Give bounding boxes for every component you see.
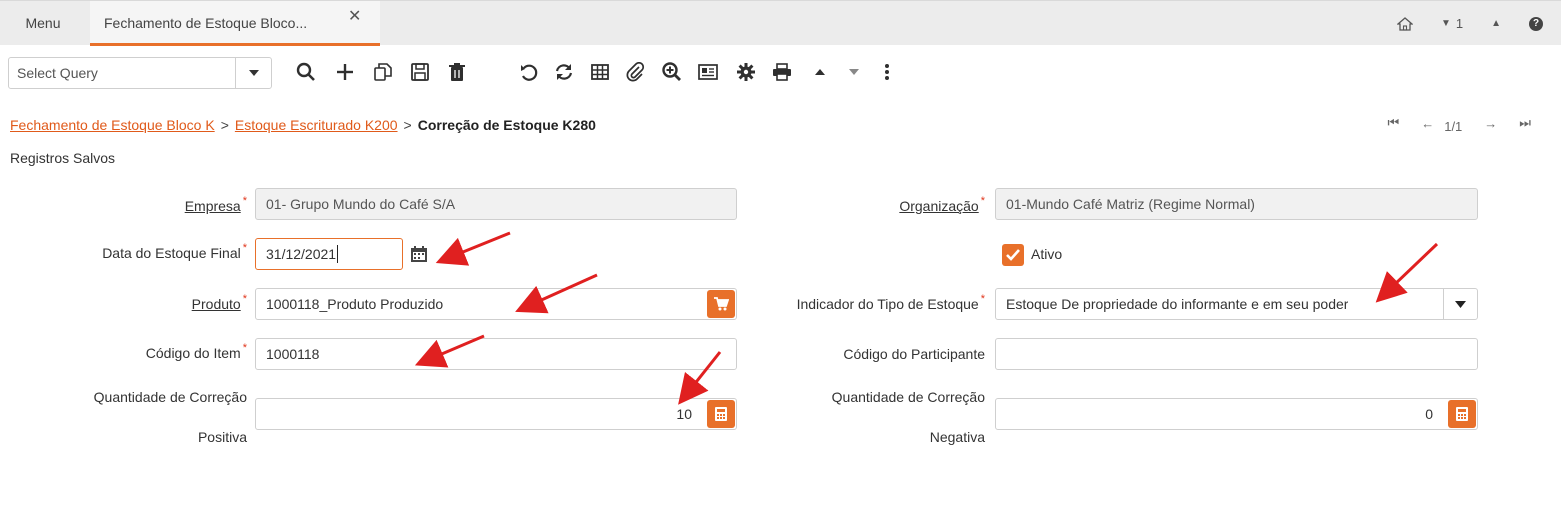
annotation-arrow [435, 231, 511, 266]
annotation-arrow [678, 351, 722, 405]
annotation-arrow [515, 273, 598, 314]
annotation-arrows [414, 231, 1439, 405]
annotation-arrow [1375, 242, 1439, 303]
annotation-arrow [414, 334, 485, 368]
